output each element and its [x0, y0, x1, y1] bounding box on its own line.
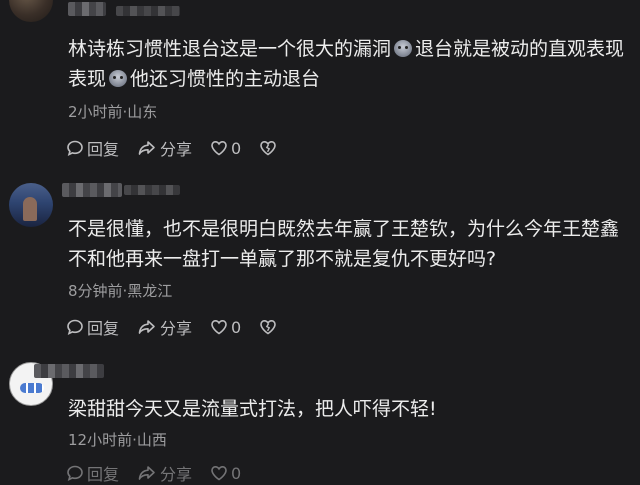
share-arrow-icon: [138, 141, 155, 155]
comment-actions: 回复 分享 0: [66, 316, 298, 338]
broken-heart-icon: [260, 319, 277, 335]
like-count: 0: [231, 317, 242, 337]
avatar[interactable]: [9, 183, 53, 227]
comment-bubble-icon: [67, 319, 83, 335]
dislike-button[interactable]: [259, 318, 280, 336]
avatar-figure: [23, 197, 37, 221]
cat-face-emoji-icon: [394, 40, 413, 57]
dislike-button[interactable]: [259, 139, 280, 157]
heart-icon: [211, 465, 227, 481]
share-arrow-icon: [138, 320, 155, 334]
comment-actions: 回复 分享 0: [66, 462, 259, 484]
share-label: 分享: [160, 319, 193, 338]
avatar[interactable]: [9, 0, 53, 22]
share-label: 分享: [160, 140, 193, 159]
nickname-blurred[interactable]: [62, 183, 122, 197]
reply-label: 回复: [87, 319, 120, 338]
nickname-blurred-2: [116, 6, 180, 16]
comment-text: 林诗栋习惯性退台这是一个很大的漏洞 退台就是被动的直观表现 表现 他还习惯性的主动退…: [68, 34, 630, 94]
nickname-blurred-2: [124, 185, 180, 195]
like-count: 0: [231, 463, 242, 483]
comment-meta: 2小时前·山东: [68, 103, 158, 121]
share-button[interactable]: 分享: [137, 461, 192, 485]
like-button[interactable]: 0: [210, 139, 241, 158]
cat-face-emoji-icon: [109, 70, 128, 87]
reply-button[interactable]: 回复: [66, 136, 119, 160]
share-arrow-icon: [138, 466, 155, 480]
like-count: 0: [231, 138, 242, 158]
comment-meta: 8分钟前·黑龙江: [68, 282, 173, 300]
broken-heart-icon: [260, 140, 277, 156]
share-button[interactable]: 分享: [137, 315, 192, 339]
reply-button[interactable]: 回复: [66, 461, 119, 485]
avatar-pattern: [20, 383, 44, 393]
comment-text-part-2: 退台就是被动的直观表现: [415, 38, 625, 60]
nickname-blurred[interactable]: [68, 2, 106, 16]
like-button[interactable]: 0: [210, 318, 241, 337]
comment-text-part-1: 林诗栋习惯性退台这是一个很大的漏洞: [68, 38, 392, 60]
share-label: 分享: [160, 465, 193, 484]
comment-text-part-3-prefix: 表现: [68, 68, 107, 90]
reply-label: 回复: [87, 140, 120, 159]
comment-text-part-3: 他还习惯性的主动退台: [130, 68, 321, 90]
reply-button[interactable]: 回复: [66, 315, 119, 339]
share-button[interactable]: 分享: [137, 136, 192, 160]
comment-text: 梁甜甜今天又是流量式打法，把人吓得不轻!: [68, 398, 437, 420]
reply-label: 回复: [87, 465, 120, 484]
nickname-blurred[interactable]: [34, 364, 104, 378]
comment-actions: 回复 分享 0: [66, 137, 298, 159]
like-button[interactable]: 0: [210, 464, 241, 483]
heart-icon: [211, 319, 227, 335]
comment-meta: 12小时前·山西: [68, 431, 167, 449]
heart-icon: [211, 140, 227, 156]
comment-bubble-icon: [67, 140, 83, 156]
comment-text: 不是很懂，也不是很明白既然去年赢了王楚钦，为什么今年王楚鑫不和他再来一盘打一单赢…: [68, 218, 620, 270]
comment-bubble-icon: [67, 465, 83, 481]
